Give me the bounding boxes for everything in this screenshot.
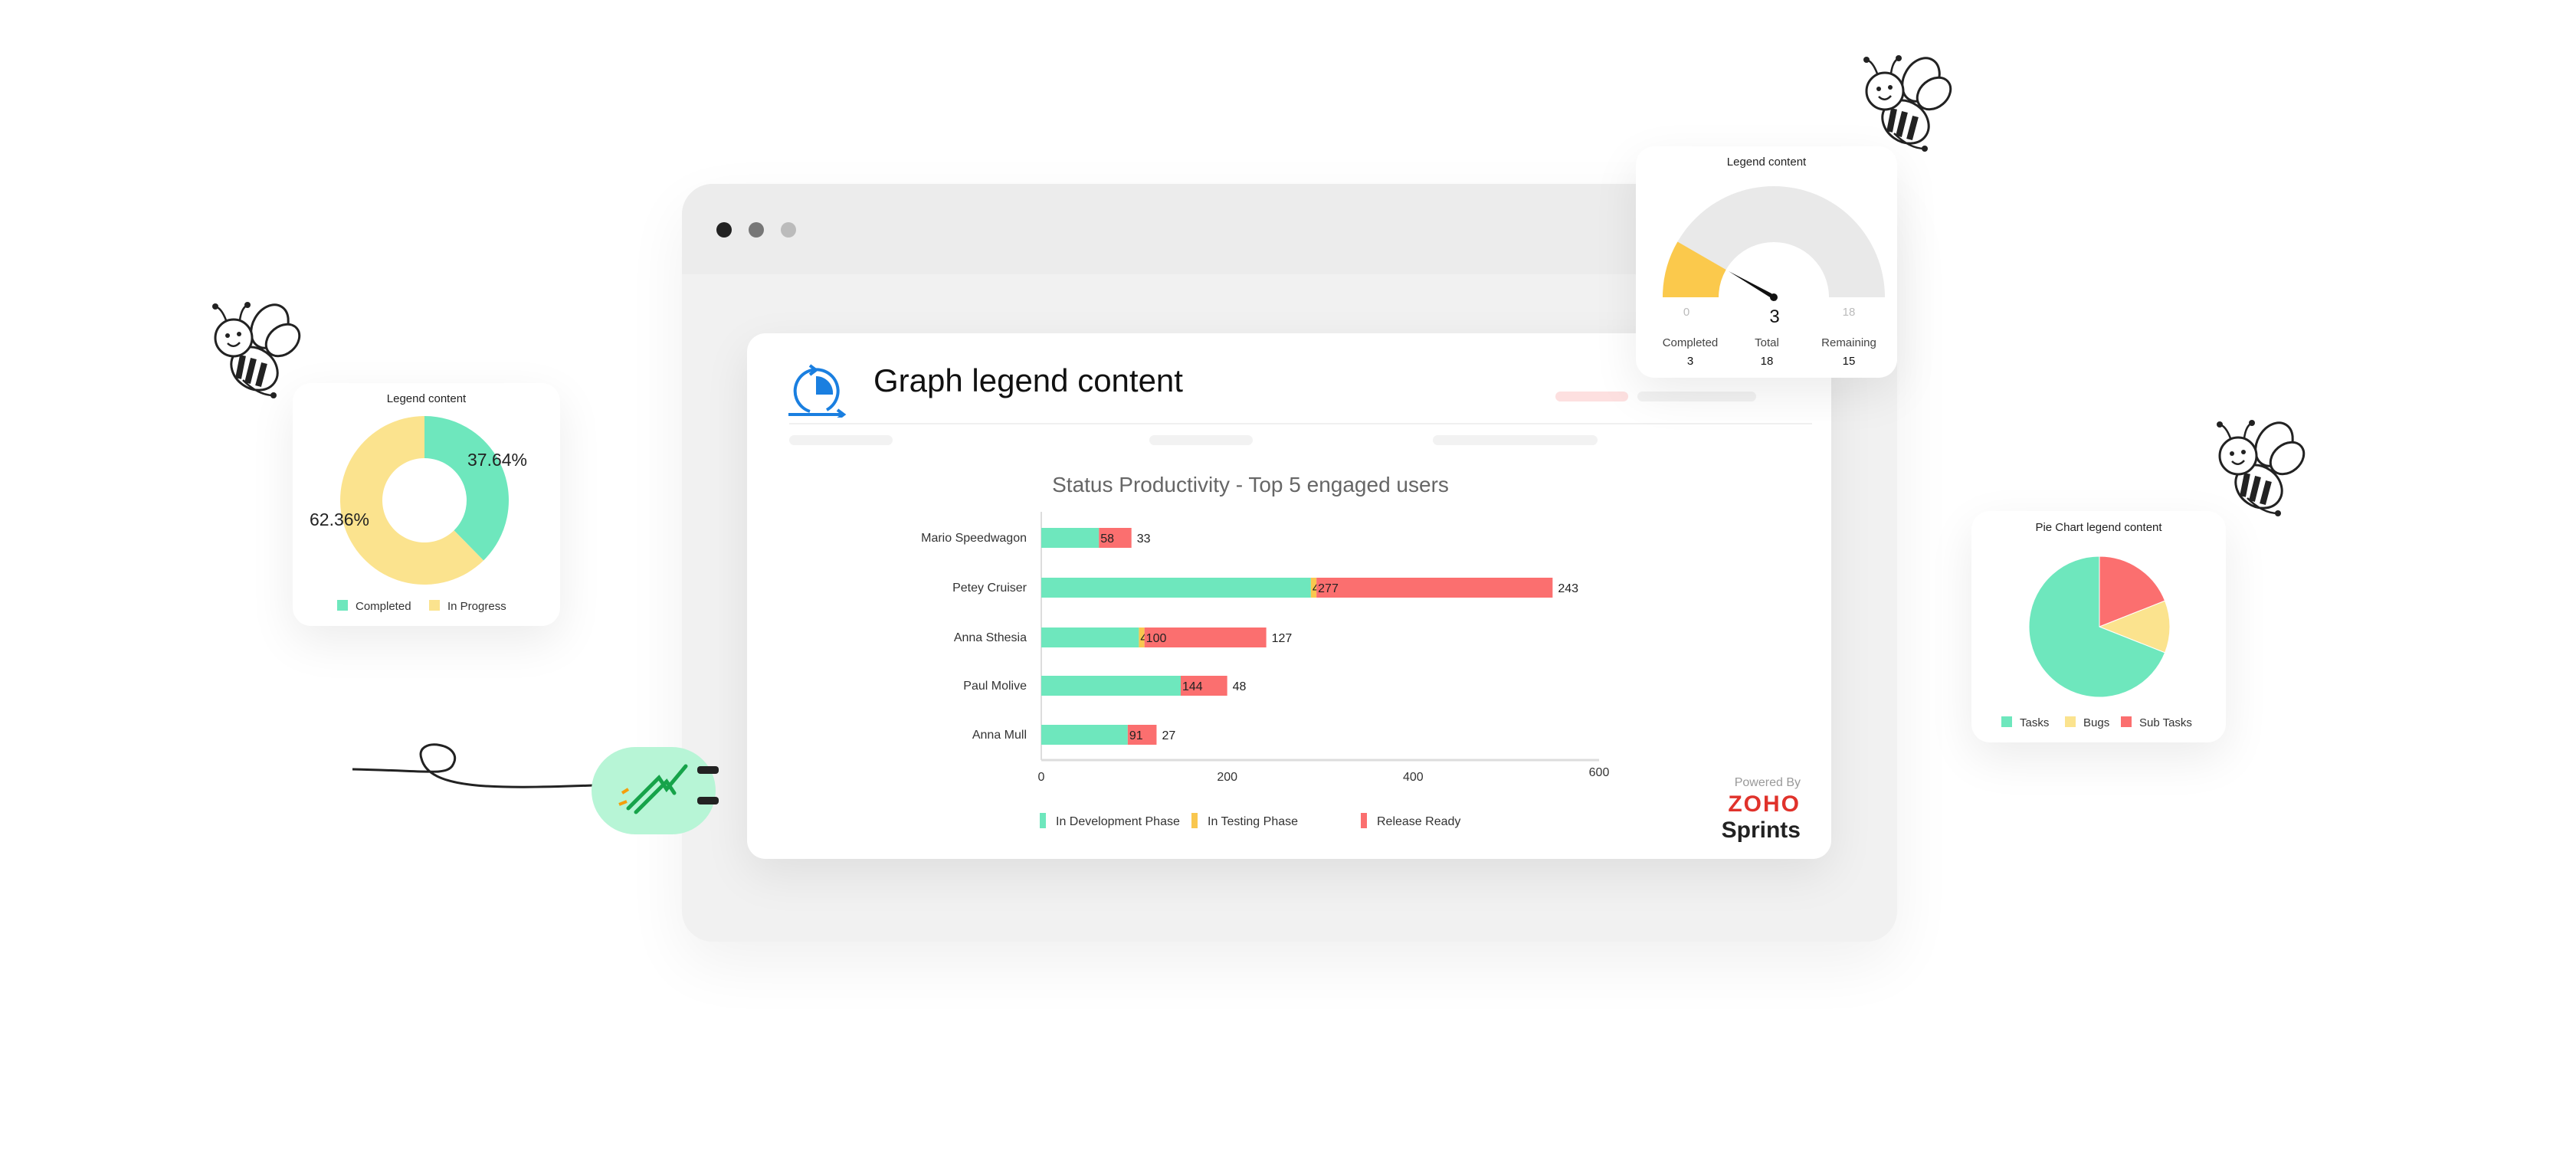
gauge-stat-label: Remaining xyxy=(1821,336,1876,349)
gauge-needle xyxy=(1729,271,1776,301)
legend-swatch xyxy=(2065,716,2076,727)
legend-swatch xyxy=(2121,716,2132,727)
widget-charts: 37.64% 62.36% Completed In Progress 0 18 3 Comp… xyxy=(310,186,2192,729)
gauge-stat-value: 18 xyxy=(1761,355,1774,368)
legend-swatch xyxy=(429,600,440,611)
legend-label: Completed xyxy=(356,600,411,613)
bee-icon xyxy=(1863,55,1952,152)
gauge-max-label: 18 xyxy=(1843,306,1856,319)
legend-swatch xyxy=(337,600,348,611)
legend-label: In Progress xyxy=(447,600,506,613)
legend-label: Bugs xyxy=(2083,716,2109,729)
gauge-stat-label: Completed xyxy=(1663,336,1719,349)
slice-label: 37.64% xyxy=(467,450,527,470)
legend-swatch xyxy=(2001,716,2012,727)
slice-label: 62.36% xyxy=(310,510,369,529)
legend-label: Sub Tasks xyxy=(2139,716,2192,729)
bee-icon xyxy=(2217,420,2306,516)
gauge-stat-value: 3 xyxy=(1687,355,1693,368)
donut-slice xyxy=(424,416,509,561)
gauge-stat-label: Total xyxy=(1755,336,1779,349)
bee-icon xyxy=(212,302,301,398)
gauge-stat-value: 15 xyxy=(1843,355,1856,368)
plug-icon xyxy=(352,743,719,834)
gauge-min-label: 0 xyxy=(1683,306,1689,319)
gauge-value: 3 xyxy=(1769,306,1779,327)
legend-label: Tasks xyxy=(2020,716,2049,729)
gauge-needle-hub xyxy=(1770,293,1778,301)
